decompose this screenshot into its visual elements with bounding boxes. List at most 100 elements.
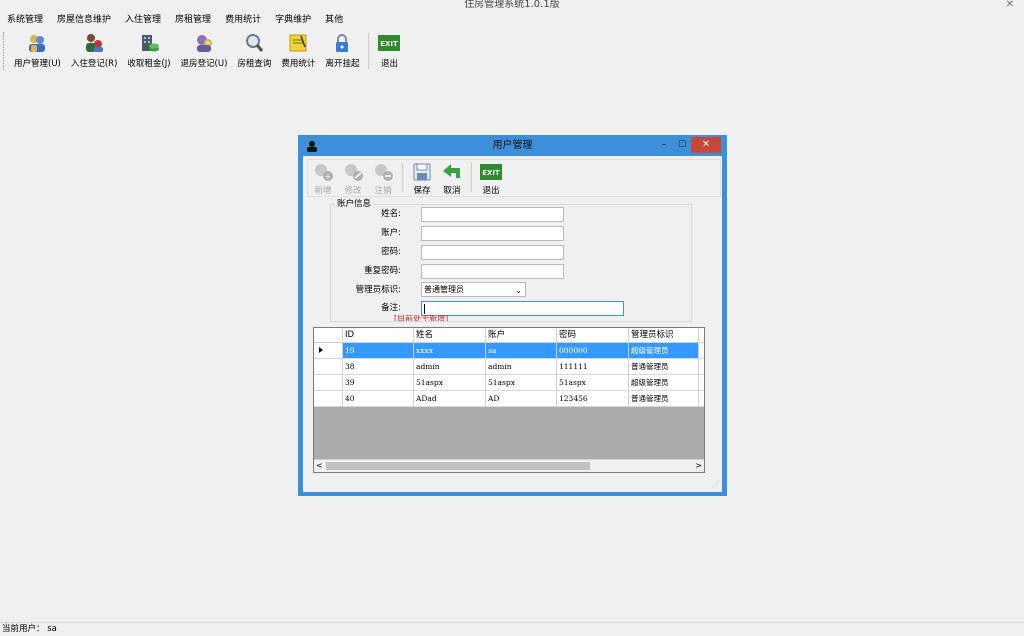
- cancel-label: 取消: [443, 186, 461, 196]
- table-row[interactable]: 39 51aspx 51aspx 51aspx 超级管理员: [314, 375, 704, 391]
- row-header[interactable]: [314, 359, 343, 374]
- add-label: 新增: [314, 186, 332, 196]
- resize-grip-icon[interactable]: ⋰: [712, 481, 719, 489]
- cell-admin-role[interactable]: 普通管理员: [629, 391, 699, 406]
- edit-label: 修改: [344, 186, 362, 196]
- dialog-titlebar[interactable]: 用户管理 – ☐ ✕: [299, 136, 726, 156]
- stats-icon: [287, 32, 309, 54]
- name-input[interactable]: [421, 207, 564, 222]
- add-button[interactable]: + 新增: [308, 160, 338, 196]
- scrollbar-thumb[interactable]: [326, 462, 590, 470]
- menu-stats[interactable]: 费用统计: [218, 12, 268, 28]
- cell-name[interactable]: ADad: [414, 391, 486, 406]
- password-input[interactable]: [421, 245, 564, 260]
- header-account[interactable]: 账户: [486, 328, 557, 342]
- cell-password[interactable]: 111111: [557, 359, 629, 374]
- save-button[interactable]: 保存: [407, 160, 437, 196]
- scroll-right-icon[interactable]: >: [695, 460, 702, 472]
- menu-rent[interactable]: 房租管理: [168, 12, 218, 28]
- exit-label: 退出: [380, 59, 398, 69]
- delete-user-icon: [372, 162, 394, 182]
- user-manage-label: 用户管理(U): [14, 59, 61, 69]
- cell-id[interactable]: 19: [343, 343, 414, 358]
- table-row[interactable]: 40 ADad AD 123456 普通管理员: [314, 391, 704, 407]
- cell-account[interactable]: 51aspx: [486, 375, 557, 390]
- cell-name[interactable]: xxxx: [414, 343, 486, 358]
- cell-id[interactable]: 38: [343, 359, 414, 374]
- menu-house-info[interactable]: 房屋信息维护: [50, 12, 118, 28]
- cell-id[interactable]: 39: [343, 375, 414, 390]
- fee-stats-button[interactable]: 费用统计: [276, 30, 320, 69]
- main-toolbar: 用户管理(U) 入住登记(R) 收取租金(J) 退房登记(U) 房租查询 费用统…: [0, 30, 1024, 72]
- cell-admin-role[interactable]: 超级管理员: [629, 375, 699, 390]
- cell-account[interactable]: sa: [486, 343, 557, 358]
- app-title: 住房管理系统1.0.1版: [464, 0, 560, 10]
- menu-other[interactable]: 其他: [318, 12, 350, 28]
- admin-role-value: 普通管理员: [424, 285, 464, 294]
- cell-name[interactable]: 51aspx: [414, 375, 486, 390]
- checkout-button[interactable]: 退房登记(U): [176, 30, 233, 69]
- users-icon: [26, 32, 48, 54]
- leave-suspend-button[interactable]: 离开挂起: [320, 30, 364, 69]
- exit-icon: EXIT: [378, 32, 401, 54]
- table-row[interactable]: 19 xxxx sa 000000 超级管理员: [314, 343, 704, 359]
- add-user-icon: +: [312, 162, 334, 182]
- rent-icon: [138, 32, 160, 54]
- user-management-dialog: 用户管理 – ☐ ✕ + 新增 修改 注销 保存 取消 EXIT 退出 账户信息…: [298, 135, 727, 496]
- cell-admin-role[interactable]: 普通管理员: [629, 359, 699, 374]
- delete-label: 注销: [374, 186, 392, 196]
- note-input[interactable]: [421, 301, 624, 316]
- cell-password[interactable]: 51aspx: [557, 375, 629, 390]
- dialog-exit-button[interactable]: EXIT 退出: [476, 160, 506, 196]
- save-label: 保存: [413, 186, 431, 196]
- password-label: 密码:: [381, 247, 401, 257]
- cancel-button[interactable]: 取消: [437, 160, 467, 196]
- scroll-left-icon[interactable]: <: [316, 460, 323, 472]
- delete-button[interactable]: 注销: [368, 160, 398, 196]
- horizontal-scrollbar[interactable]: < >: [314, 459, 704, 472]
- dialog-close-button[interactable]: ✕: [691, 137, 721, 153]
- confirm-password-input[interactable]: [421, 264, 564, 279]
- header-id[interactable]: ID: [343, 328, 414, 342]
- app-close-button[interactable]: ✕: [1006, 0, 1014, 10]
- menu-system[interactable]: 系统管理: [0, 12, 50, 28]
- admin-role-label: 管理员标识:: [355, 285, 401, 295]
- cell-account[interactable]: admin: [486, 359, 557, 374]
- checkout-label: 退房登记(U): [180, 59, 228, 69]
- menu-checkin[interactable]: 入住管理: [118, 12, 168, 28]
- cell-admin-role[interactable]: 超级管理员: [629, 343, 699, 358]
- fee-stats-label: 费用统计: [281, 59, 316, 69]
- text-caret: [424, 304, 425, 314]
- grid-corner: [314, 328, 343, 342]
- maximize-button[interactable]: ☐: [675, 139, 689, 153]
- svg-text:+: +: [325, 172, 332, 181]
- user-grid[interactable]: ID 姓名 账户 密码 管理员标识 19 xxxx sa 000000 超级管理…: [313, 327, 705, 473]
- row-header[interactable]: [314, 375, 343, 390]
- admin-role-select[interactable]: 普通管理员 ⌄: [421, 282, 526, 297]
- table-row[interactable]: 38 admin admin 111111 普通管理员: [314, 359, 704, 375]
- rent-query-label: 房租查询: [237, 59, 272, 69]
- header-admin-role[interactable]: 管理员标识: [629, 328, 699, 342]
- back-arrow-icon: [441, 162, 463, 182]
- row-header[interactable]: [314, 343, 343, 358]
- cell-name[interactable]: admin: [414, 359, 486, 374]
- collect-rent-button[interactable]: 收取租金(J): [122, 30, 175, 69]
- toolbar-grip[interactable]: [3, 32, 6, 70]
- cell-password[interactable]: 000000: [557, 343, 629, 358]
- minimize-button[interactable]: –: [657, 139, 671, 153]
- header-name[interactable]: 姓名: [414, 328, 486, 342]
- header-password[interactable]: 密码: [557, 328, 629, 342]
- cell-id[interactable]: 40: [343, 391, 414, 406]
- lock-icon: [331, 32, 353, 54]
- edit-button[interactable]: 修改: [338, 160, 368, 196]
- checkin-button[interactable]: 入住登记(R): [66, 30, 123, 69]
- cell-account[interactable]: AD: [486, 391, 557, 406]
- row-header[interactable]: [314, 391, 343, 406]
- account-input[interactable]: [421, 226, 564, 241]
- account-label: 账户:: [381, 228, 401, 238]
- user-manage-button[interactable]: 用户管理(U): [9, 30, 66, 69]
- rent-query-button[interactable]: 房租查询: [232, 30, 276, 69]
- exit-button[interactable]: EXIT 退出: [373, 30, 405, 69]
- menu-dictionary[interactable]: 字典维护: [268, 12, 318, 28]
- cell-password[interactable]: 123456: [557, 391, 629, 406]
